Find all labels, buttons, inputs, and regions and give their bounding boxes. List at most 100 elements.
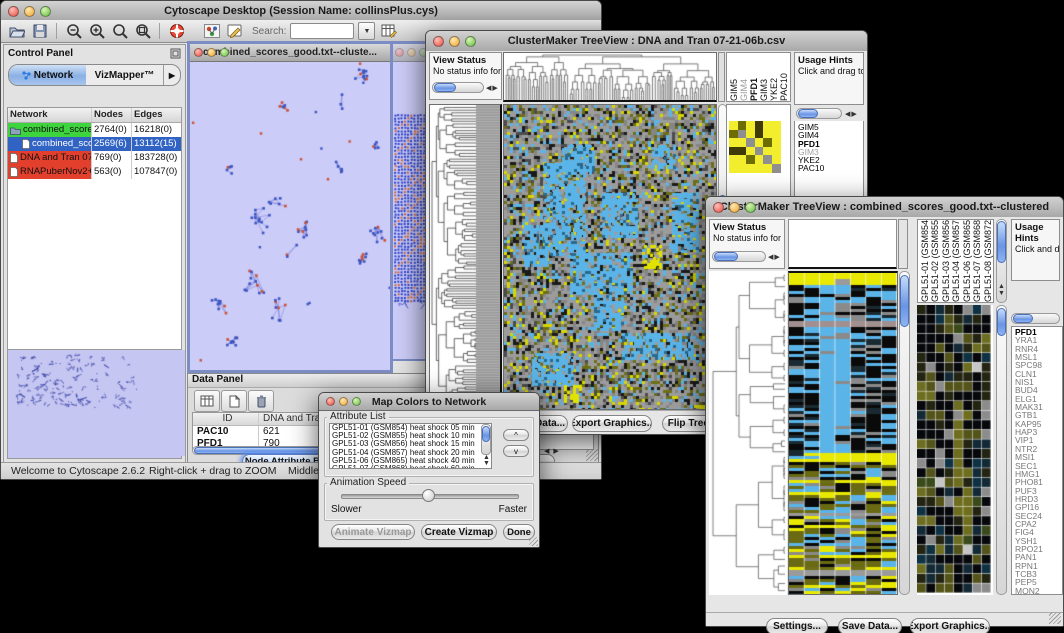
minimize-button[interactable] (729, 202, 740, 213)
zoom-button[interactable] (220, 48, 229, 57)
heatmap-vscrollbar[interactable] (899, 271, 910, 595)
window-resize-grip[interactable] (1049, 612, 1061, 624)
network-list-item[interactable]: combined_scores2764(0)16218(0) (8, 123, 181, 137)
matrix-column-label[interactable]: YKE2 (769, 53, 779, 101)
gene-label[interactable]: MON2 (1015, 587, 1062, 595)
move-down-button[interactable]: v (503, 445, 529, 457)
matrix-cell[interactable] (772, 155, 781, 164)
matrix-cell[interactable] (772, 147, 781, 156)
gene-label[interactable]: PAC10 (798, 164, 863, 172)
experiment-column-label[interactable]: GPL51-08 (GSM872) (983, 220, 993, 302)
matrix-cell[interactable] (738, 147, 747, 156)
matrix-cell[interactable] (755, 155, 764, 164)
view-status-hscrollbar[interactable] (432, 82, 484, 93)
zoom-selected-icon[interactable] (133, 23, 152, 40)
treeview1-titlebar[interactable]: ClusterMaker TreeView : DNA and Tran 07-… (426, 31, 867, 52)
matrix-cell[interactable] (763, 155, 772, 164)
network-list-item[interactable]: combined_sco2569(6)13112(15) (8, 137, 181, 151)
matrix-cell[interactable] (729, 130, 738, 139)
zoom-button[interactable] (465, 36, 476, 47)
speed-slider-thumb[interactable] (422, 489, 435, 502)
minimize-button[interactable] (24, 6, 35, 17)
minimize-button[interactable] (339, 397, 348, 406)
experiment-column-label[interactable]: GPL51-02 (GSM855) (930, 220, 940, 302)
close-button[interactable] (433, 36, 444, 47)
experiment-column-label[interactable]: GPL51-04 (GSM857) (951, 220, 961, 302)
matrix-cell[interactable] (755, 147, 764, 156)
close-button[interactable] (326, 397, 335, 406)
search-input[interactable] (290, 23, 354, 39)
cytoscape-titlebar[interactable]: Cytoscape Desktop (Session Name: collins… (1, 1, 601, 22)
zoom-fit-icon[interactable] (110, 23, 129, 40)
matrix-cell[interactable] (746, 130, 755, 139)
network-view-canvas[interactable] (190, 62, 390, 370)
select-attributes-icon[interactable] (194, 390, 220, 412)
zoom-in-icon[interactable] (87, 23, 106, 40)
matrix-column-label[interactable]: PFD1 (749, 53, 759, 101)
cluster-heatmap[interactable] (503, 104, 717, 410)
zoom-button[interactable] (352, 397, 361, 406)
minimize-button[interactable] (449, 36, 460, 47)
minimize-button[interactable] (207, 48, 216, 57)
column-dendrogram-area[interactable] (788, 219, 897, 269)
zoom-matrix[interactable] (729, 121, 781, 173)
experiment-column-label[interactable]: GPL51-01 (GSM854) (920, 220, 930, 302)
float-panel-icon[interactable] (170, 48, 181, 59)
network-list-header[interactable]: Network Nodes Edges (8, 108, 181, 123)
close-button[interactable] (713, 202, 724, 213)
attribute-list[interactable]: GPL51-01 (GSM854) heat shock 05 minGPL51… (329, 423, 492, 469)
vizmapper-nodes-icon[interactable] (202, 23, 221, 40)
matrix-cell[interactable] (763, 121, 772, 130)
move-up-button[interactable]: ^ (503, 429, 529, 441)
dialog-titlebar[interactable]: Map Colors to Network (319, 393, 539, 411)
minimize-button[interactable] (407, 48, 416, 57)
matrix-cell[interactable] (763, 138, 772, 147)
birds-eye-view[interactable] (7, 349, 182, 459)
network-list-item[interactable]: DNA and Tran 07769(0)183728(0) (8, 151, 181, 165)
matrix-cell[interactable] (772, 121, 781, 130)
matrix-cell[interactable] (746, 147, 755, 156)
row-dendrogram[interactable] (429, 104, 502, 410)
matrix-cell[interactable] (763, 130, 772, 139)
export-graphics-button[interactable]: Export Graphics... (572, 415, 652, 432)
scroll-strip[interactable] (898, 219, 908, 269)
matrix-cell[interactable] (746, 138, 755, 147)
dialog-resize-grip[interactable] (529, 537, 538, 546)
matrix-column-label[interactable]: GIM5 (729, 53, 739, 101)
open-file-icon[interactable] (7, 23, 26, 40)
help-lifering-icon[interactable] (167, 23, 186, 40)
row-dendrogram[interactable] (709, 271, 787, 595)
matrix-cell[interactable] (755, 138, 764, 147)
matrix-cell[interactable] (746, 155, 755, 164)
animate-vizmap-button[interactable]: Animate Vizmap (331, 524, 415, 540)
matrix-cell[interactable] (738, 121, 747, 130)
matrix-cell[interactable] (763, 164, 772, 173)
save-data-button[interactable]: Save Data... (838, 618, 902, 633)
matrix-column-label[interactable]: PAC10 (779, 53, 789, 101)
zoom-heatmap[interactable] (917, 305, 993, 595)
zoom-button[interactable] (745, 202, 756, 213)
matrix-cell[interactable] (772, 164, 781, 173)
scroll-strip[interactable] (718, 52, 725, 102)
close-button[interactable] (194, 48, 203, 57)
tab-network[interactable]: Network (9, 65, 86, 85)
tab-vizmapper[interactable]: VizMapper™ (86, 65, 163, 85)
edit-sheet-icon[interactable] (225, 23, 244, 40)
tab-overflow-arrow[interactable]: ▶ (163, 65, 180, 85)
experiment-column-label[interactable]: GPL51-03 (GSM856) (941, 220, 951, 302)
matrix-cell[interactable] (746, 164, 755, 173)
save-icon[interactable] (30, 23, 49, 40)
zoom-button[interactable] (40, 6, 51, 17)
matrix-cell[interactable] (763, 147, 772, 156)
matrix-cell[interactable] (738, 138, 747, 147)
experiment-column-label[interactable]: GPL51-06 (GSM865) (962, 220, 972, 302)
matrix-column-label[interactable]: GIM3 (759, 53, 769, 101)
matrix-cell[interactable] (755, 121, 764, 130)
gene-list-hscrollbar[interactable] (1011, 313, 1060, 324)
attribute-table-icon[interactable] (379, 23, 398, 40)
treeview2-titlebar[interactable]: ClusterMaker TreeView : combined_scores_… (706, 197, 1063, 218)
matrix-cell[interactable] (772, 130, 781, 139)
matrix-cell[interactable] (729, 147, 738, 156)
close-button[interactable] (395, 48, 404, 57)
delete-attribute-trash-icon[interactable] (248, 390, 274, 412)
